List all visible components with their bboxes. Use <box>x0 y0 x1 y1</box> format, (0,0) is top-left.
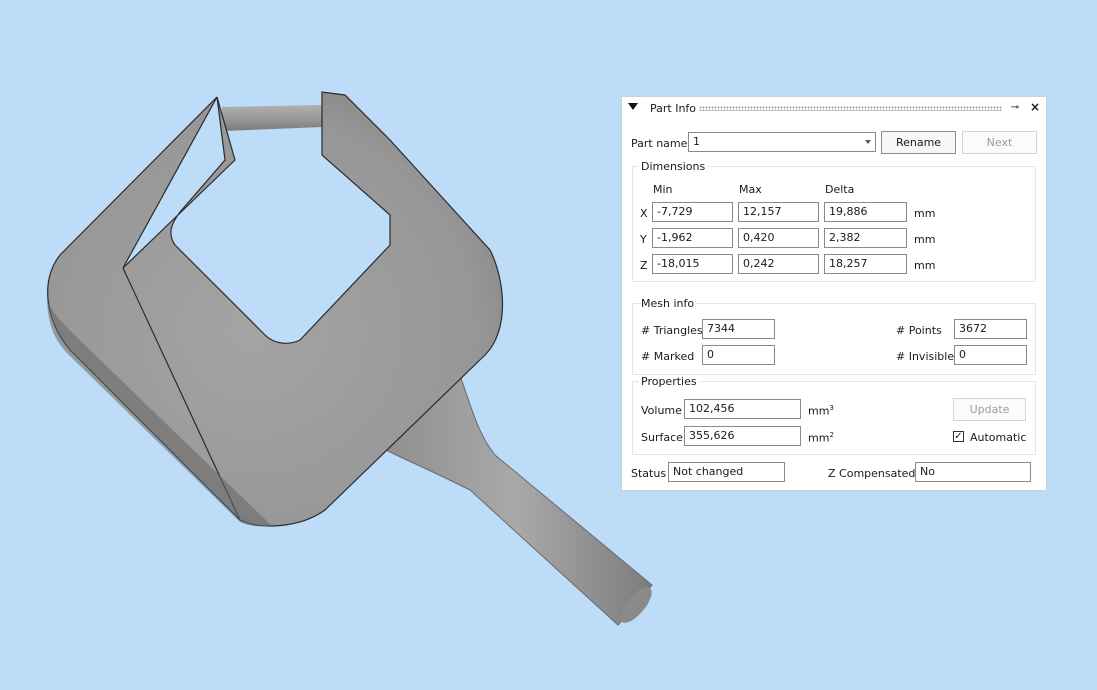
marked-field[interactable]: 0 <box>702 345 775 365</box>
z-min-field[interactable]: -18,015 <box>652 254 733 274</box>
axis-y-label: Y <box>640 233 647 246</box>
collapse-triangle-icon[interactable] <box>628 103 638 110</box>
x-unit: mm <box>914 207 936 220</box>
rename-button[interactable]: Rename <box>881 131 956 154</box>
next-button[interactable]: Next <box>962 131 1037 154</box>
pin-icon[interactable]: ⊸ <box>1009 103 1021 113</box>
automatic-label: Automatic <box>970 431 1027 444</box>
header-min: Min <box>653 183 673 196</box>
volume-label: Volume <box>641 404 682 417</box>
y-delta-field[interactable]: 2,382 <box>824 228 907 248</box>
volume-unit: mm3 <box>808 404 834 418</box>
z-unit: mm <box>914 259 936 272</box>
volume-field[interactable]: 102,456 <box>684 399 801 419</box>
header-delta: Delta <box>825 183 855 196</box>
points-field[interactable]: 3672 <box>954 319 1027 339</box>
panel-title: Part Info <box>650 102 697 115</box>
drag-grip[interactable] <box>699 106 1002 111</box>
model-pin <box>222 105 323 131</box>
x-max-field[interactable]: 12,157 <box>738 202 819 222</box>
chevron-down-icon <box>865 140 871 144</box>
status-label: Status <box>631 467 667 480</box>
header-max: Max <box>739 183 762 196</box>
x-delta-field[interactable]: 19,886 <box>824 202 907 222</box>
surface-field[interactable]: 355,626 <box>684 426 801 446</box>
properties-title: Properties <box>639 375 699 388</box>
surface-unit: mm2 <box>808 431 834 445</box>
axis-x-label: X <box>640 207 648 220</box>
part-info-panel: Part Info ⊸ × Part name 1 Rename Next Di… <box>621 96 1047 491</box>
invisible-field[interactable]: 0 <box>954 345 1027 365</box>
automatic-checkbox[interactable]: ✓ <box>953 431 964 442</box>
marked-label: # Marked <box>641 350 695 363</box>
y-min-field[interactable]: -1,962 <box>652 228 733 248</box>
z-max-field[interactable]: 0,242 <box>738 254 819 274</box>
mesh-info-title: Mesh info <box>639 297 697 310</box>
x-min-field[interactable]: -7,729 <box>652 202 733 222</box>
dimensions-title: Dimensions <box>639 160 708 173</box>
y-unit: mm <box>914 233 936 246</box>
part-name-value: 1 <box>693 135 700 148</box>
panel-titlebar[interactable]: Part Info ⊸ × <box>622 97 1046 119</box>
axis-z-label: Z <box>640 259 648 272</box>
surface-label: Surface <box>641 431 683 444</box>
z-delta-field[interactable]: 18,257 <box>824 254 907 274</box>
z-compensated-label: Z Compensated <box>828 467 916 480</box>
status-field[interactable]: Not changed <box>668 462 785 482</box>
earring-model[interactable] <box>47 91 657 628</box>
close-icon[interactable]: × <box>1029 101 1041 113</box>
update-button[interactable]: Update <box>953 398 1026 421</box>
z-compensated-field[interactable]: No <box>915 462 1031 482</box>
points-label: # Points <box>896 324 942 337</box>
invisible-label: # Invisible <box>896 350 955 363</box>
triangles-field[interactable]: 7344 <box>702 319 775 339</box>
part-name-label: Part name <box>631 137 688 150</box>
triangles-label: # Triangles <box>641 324 703 337</box>
part-name-combo[interactable]: 1 <box>688 132 876 152</box>
y-max-field[interactable]: 0,420 <box>738 228 819 248</box>
